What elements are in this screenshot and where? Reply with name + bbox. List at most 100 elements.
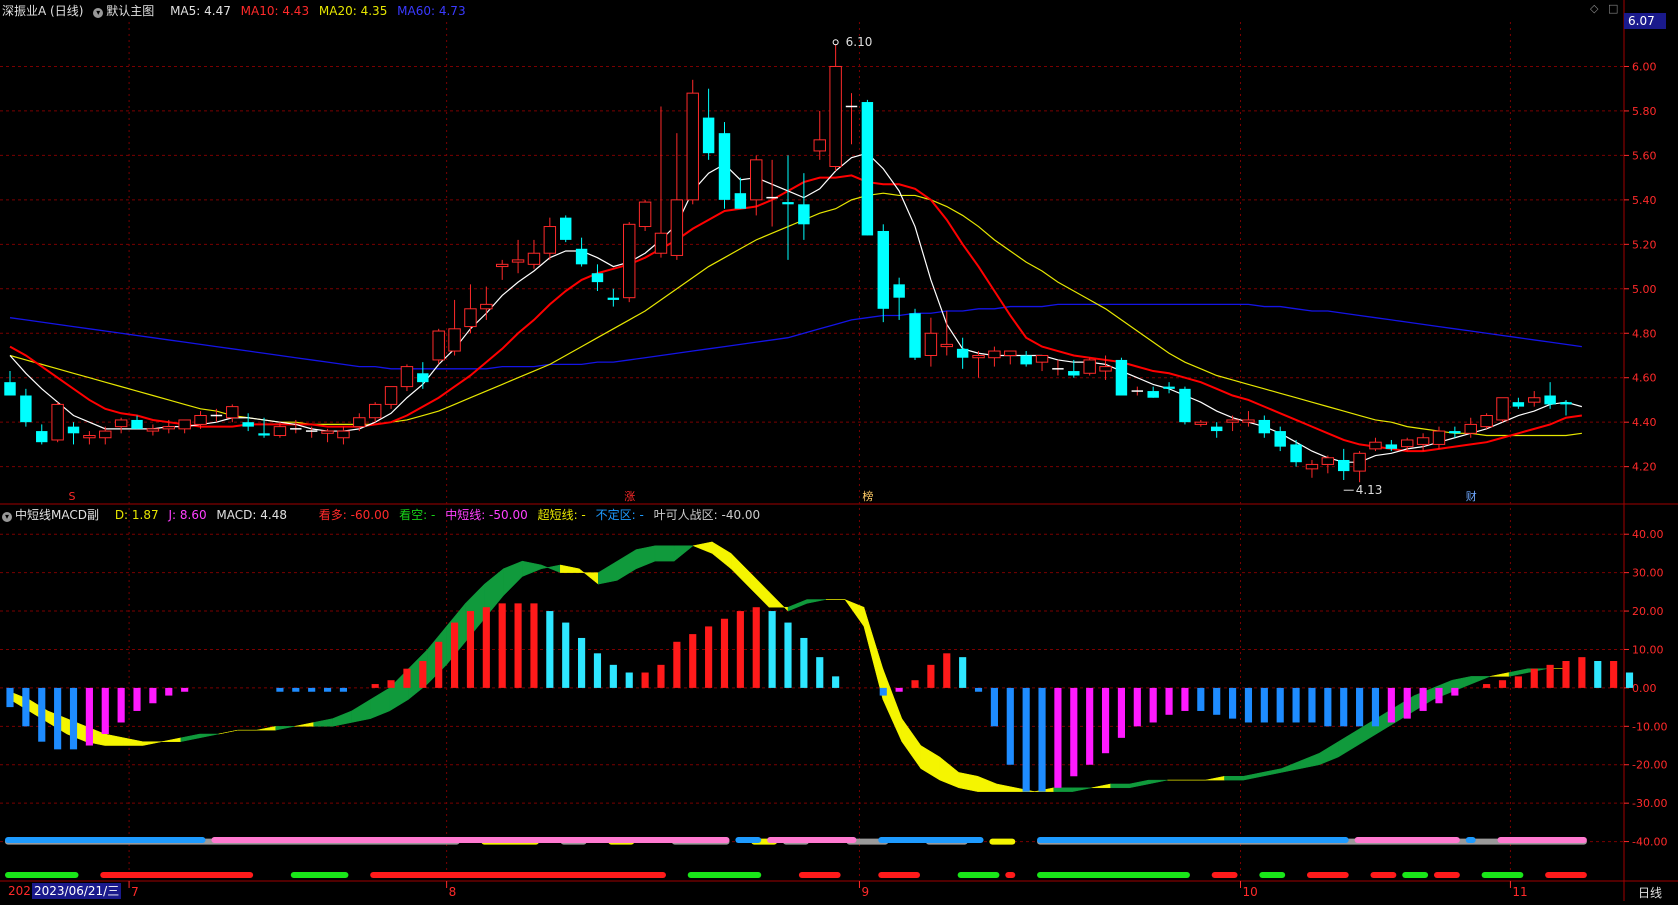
macd-histogram-bar bbox=[1546, 664, 1554, 688]
ma5-label: MA5: 4.47 bbox=[170, 4, 231, 18]
security-title[interactable]: 深振业A (日线) bbox=[2, 4, 83, 18]
candle-body bbox=[1432, 430, 1446, 445]
macd-histogram-bar bbox=[482, 607, 490, 688]
candle-body bbox=[495, 263, 509, 268]
macd-histogram-bar bbox=[1292, 687, 1300, 723]
candle-body bbox=[1068, 371, 1080, 376]
macd-histogram-bar bbox=[1530, 668, 1538, 688]
macd-histogram-bar bbox=[1435, 687, 1443, 704]
macd-histogram-bar bbox=[165, 687, 173, 696]
macd-histogram-bar bbox=[1133, 687, 1141, 727]
candle-body bbox=[1290, 444, 1302, 463]
candle-body bbox=[798, 204, 810, 225]
candle-body bbox=[750, 159, 763, 201]
macd-histogram-bar bbox=[1498, 680, 1507, 688]
month-label: 10 bbox=[1243, 885, 1258, 899]
macd-histogram-bar bbox=[832, 676, 840, 688]
macd-histogram-bar bbox=[990, 687, 998, 727]
candle-body bbox=[242, 422, 254, 427]
macd-histogram-bar bbox=[911, 680, 919, 688]
macd-histogram-bar bbox=[1625, 672, 1634, 688]
macd-histogram-bar bbox=[578, 637, 586, 688]
macd-histogram-bar bbox=[1054, 687, 1062, 788]
candle-body bbox=[67, 426, 80, 434]
period-button[interactable]: 日线 bbox=[1638, 884, 1662, 901]
sub-tick-label: 10.00 bbox=[1632, 643, 1664, 656]
candle-body bbox=[1496, 397, 1509, 421]
candle-body bbox=[1242, 419, 1255, 423]
macd-histogram-bar bbox=[1276, 687, 1284, 723]
candle-body bbox=[83, 435, 96, 439]
sub-tick-label: 30.00 bbox=[1632, 567, 1664, 580]
window-controls: ◇ □ bbox=[1590, 2, 1618, 15]
candle-body bbox=[813, 139, 826, 152]
macd-histogram-bar bbox=[927, 664, 935, 688]
macd-histogram-bar bbox=[1228, 687, 1237, 719]
low-annotation: 4.13 bbox=[1356, 483, 1383, 497]
candle-body bbox=[178, 419, 191, 430]
chart-stage: 6.00 5.80 5.60 5.40 5.20 5.00 4.80 4.60 4.40 4.20… bbox=[0, 0, 1678, 901]
indicator-title: 中短线MACD副 bbox=[15, 508, 99, 522]
macd-histogram-bar bbox=[1022, 687, 1030, 792]
month-label: 8 bbox=[449, 885, 457, 899]
candle-body bbox=[4, 382, 16, 396]
ma20-label: MA20: 4.35 bbox=[318, 4, 388, 18]
macd-histogram-bar bbox=[22, 687, 30, 727]
sub-header: ▾ 中短线MACD副 D: 1.87 J: 8.60 MACD: 4.48 看多:… bbox=[2, 506, 766, 523]
macd-histogram-bar bbox=[1006, 687, 1014, 765]
candle-body bbox=[1274, 431, 1286, 447]
macd-histogram-bar bbox=[816, 657, 824, 688]
macd-histogram-bar bbox=[943, 653, 951, 688]
macd-histogram-bar bbox=[38, 687, 46, 742]
macd-histogram-bar bbox=[1578, 657, 1586, 688]
candle-body bbox=[448, 328, 461, 352]
candle-body bbox=[591, 273, 604, 283]
macd-histogram-bar bbox=[1165, 687, 1173, 715]
macd-histogram-bar bbox=[1181, 687, 1189, 711]
macd-histogram-bar bbox=[974, 687, 983, 692]
macd-histogram-bar bbox=[1451, 687, 1459, 696]
sub-tick-label: -40.00 bbox=[1632, 836, 1667, 849]
macd-histogram-bar bbox=[133, 687, 141, 711]
candle-body bbox=[1321, 457, 1335, 465]
theme-dropdown[interactable]: ▾ 默认主图 bbox=[93, 4, 160, 18]
candle-body bbox=[1528, 397, 1541, 403]
macd-histogram-bar bbox=[1324, 687, 1332, 727]
chart-svg: 6.00 5.80 5.60 5.40 5.20 5.00 4.80 4.60 4.40 4.20… bbox=[0, 0, 1678, 901]
candle-body bbox=[1115, 359, 1128, 396]
candle-body bbox=[131, 419, 143, 429]
macd-histogram-bar bbox=[419, 661, 427, 688]
candle-body bbox=[1210, 426, 1223, 432]
main-tick-label: 4.80 bbox=[1632, 327, 1657, 340]
indicator-dropdown[interactable]: ▾ 中短线MACD副 bbox=[2, 508, 105, 522]
macd-histogram-bar bbox=[54, 687, 62, 750]
macd-histogram-bar bbox=[895, 687, 903, 692]
macd-histogram-bar bbox=[514, 603, 522, 688]
macd-histogram-bar bbox=[736, 611, 744, 688]
candle-body bbox=[1194, 421, 1208, 425]
macd-histogram-bar bbox=[1149, 687, 1157, 723]
macd-histogram-bar bbox=[276, 687, 284, 692]
macd-histogram-bar bbox=[1070, 687, 1078, 777]
macd-histogram-bar bbox=[673, 641, 681, 688]
candle-body bbox=[670, 199, 684, 256]
candle-body bbox=[527, 252, 541, 265]
ma10-label: MA10: 4.43 bbox=[240, 4, 310, 18]
candle-body bbox=[1004, 350, 1017, 356]
candle-body bbox=[1226, 419, 1239, 423]
candle-body bbox=[654, 232, 668, 254]
macd-histogram-bar bbox=[6, 687, 14, 708]
candle-body bbox=[1464, 423, 1477, 434]
macd-histogram-bar bbox=[562, 622, 570, 688]
candle-body bbox=[734, 193, 747, 209]
candle-body bbox=[1544, 395, 1556, 405]
macd-histogram-bar bbox=[1308, 687, 1316, 723]
bull-label: 看多: -60.00 bbox=[318, 508, 390, 522]
expand-icon[interactable]: □ bbox=[1608, 2, 1618, 15]
macd-histogram-bar bbox=[752, 607, 760, 688]
macd-histogram-bar bbox=[1101, 687, 1110, 754]
macd-histogram-bar bbox=[784, 622, 792, 688]
macd-histogram-bar bbox=[292, 687, 300, 692]
candle-body bbox=[1258, 419, 1271, 434]
diamond-icon[interactable]: ◇ bbox=[1590, 2, 1598, 15]
